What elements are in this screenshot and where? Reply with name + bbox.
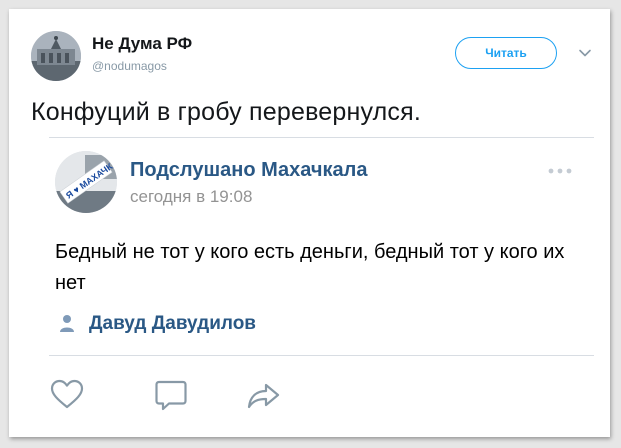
- community-logo: Я ♥ МАХАЧКАЛА: [55, 151, 117, 213]
- retweet-icon[interactable]: [245, 377, 281, 413]
- reply-icon[interactable]: [153, 377, 189, 413]
- user-handle[interactable]: @nodumagos: [92, 59, 167, 73]
- post-author[interactable]: Давуд Давудилов: [59, 313, 256, 335]
- profile-avatar[interactable]: [31, 31, 81, 81]
- embedded-post[interactable]: Я ♥ МАХАЧКАЛА Подслушано Махачкала сегод…: [49, 137, 594, 357]
- tweet-card: Не Дума РФ @nodumagos Читать Конфуций в …: [9, 9, 610, 437]
- person-icon: [60, 315, 74, 332]
- chevron-down-icon[interactable]: [577, 45, 593, 61]
- community-avatar[interactable]: Я ♥ МАХАЧКАЛА: [55, 151, 117, 213]
- more-icon[interactable]: [547, 167, 573, 175]
- post-text: Бедный не тот у кого есть деньги, бедный…: [55, 241, 565, 294]
- tweet-actions: [49, 377, 309, 413]
- building-photo: [31, 31, 81, 81]
- author-name[interactable]: Давуд Давудилов: [89, 313, 256, 335]
- post-timestamp[interactable]: сегодня в 19:08: [130, 187, 252, 207]
- display-name[interactable]: Не Дума РФ: [92, 34, 192, 54]
- community-name[interactable]: Подслушано Махачкала: [130, 159, 367, 182]
- tweet-text: Конфуций в гробу перевернулся.: [31, 98, 422, 126]
- divider: [49, 137, 594, 138]
- divider: [49, 355, 594, 356]
- heart-icon[interactable]: [49, 377, 85, 413]
- follow-button[interactable]: Читать: [455, 37, 557, 69]
